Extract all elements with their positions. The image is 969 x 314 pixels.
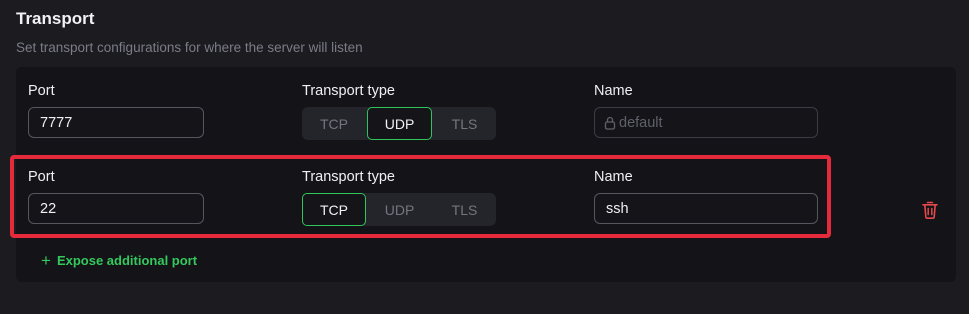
transport-option-tcp[interactable]: TCP: [302, 107, 366, 140]
name-input-disabled: default: [594, 107, 818, 138]
transport-option-udp[interactable]: UDP: [367, 107, 432, 140]
name-placeholder: default: [619, 114, 663, 131]
port-label: Port: [28, 83, 55, 99]
lock-icon: [604, 116, 616, 130]
section-title: Transport: [16, 9, 95, 28]
plus-icon: +: [41, 251, 51, 270]
transport-type-selector: TCP UDP TLS: [302, 107, 496, 140]
highlight-box: [10, 155, 831, 238]
transport-type-label: Transport type: [302, 83, 395, 99]
transport-option-tls[interactable]: TLS: [433, 107, 496, 140]
name-label: Name: [594, 83, 633, 99]
section-subtitle: Set transport configurations for where t…: [16, 40, 363, 55]
trash-icon[interactable]: [921, 200, 939, 220]
expose-additional-port-button[interactable]: + Expose additional port: [41, 252, 197, 269]
expose-button-label: Expose additional port: [56, 253, 198, 268]
port-input[interactable]: 7777: [28, 107, 204, 138]
transport-row: Port 7777 Transport type TCP UDP TLS Nam…: [16, 77, 956, 147]
